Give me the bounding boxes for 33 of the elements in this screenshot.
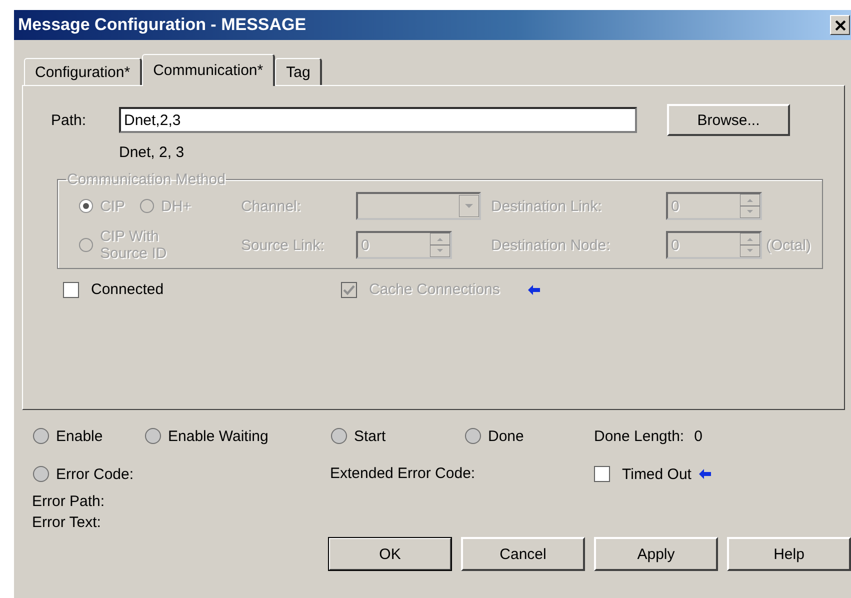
extended-error-code-label: Extended Error Code: bbox=[330, 465, 476, 483]
tab[interactable]: Communication* bbox=[142, 54, 276, 86]
status-label: Enable Waiting bbox=[168, 428, 268, 444]
status-label: Start bbox=[354, 428, 386, 444]
dialog-button[interactable]: Cancel bbox=[461, 537, 585, 571]
left-arrow-icon bbox=[528, 284, 540, 294]
checkbox-option[interactable]: Connected bbox=[63, 281, 341, 298]
spinner-arrows-icon bbox=[430, 233, 450, 257]
path-label: Path: bbox=[51, 112, 88, 128]
status-label: Enable bbox=[56, 428, 103, 444]
tab[interactable]: Configuration* bbox=[24, 58, 142, 85]
spinner-arrows-icon bbox=[740, 233, 760, 257]
path-input[interactable]: Dnet,2,3 bbox=[119, 107, 637, 133]
group-title: Communication Method bbox=[66, 171, 226, 188]
done-length-label: Done Length: bbox=[594, 428, 684, 444]
error-text-label: Error Text: bbox=[32, 514, 102, 531]
dialog-button[interactable]: OK bbox=[328, 537, 452, 571]
resolved-path: Dnet, 2, 3 bbox=[119, 144, 184, 161]
left-arrow-icon bbox=[699, 469, 712, 479]
dialog-button[interactable]: Apply bbox=[594, 537, 718, 571]
close-icon bbox=[834, 20, 846, 30]
window-title: Message Configuration - MESSAGE bbox=[17, 15, 306, 35]
close-button[interactable] bbox=[830, 15, 850, 35]
browse-button[interactable]: Browse... bbox=[667, 104, 790, 136]
done-length-value: 0 bbox=[694, 428, 702, 444]
dialog-button[interactable]: Help bbox=[727, 537, 851, 571]
dropdown-arrow-icon bbox=[459, 195, 479, 217]
spinner-arrows-icon bbox=[740, 194, 760, 218]
error-path-label: Error Path: bbox=[32, 493, 106, 510]
status-label: Done bbox=[488, 428, 524, 444]
timed-out-checkbox[interactable]: Timed Out bbox=[594, 466, 692, 482]
tab[interactable]: Tag bbox=[275, 58, 322, 85]
error-code-label: Error Code: bbox=[56, 466, 134, 482]
